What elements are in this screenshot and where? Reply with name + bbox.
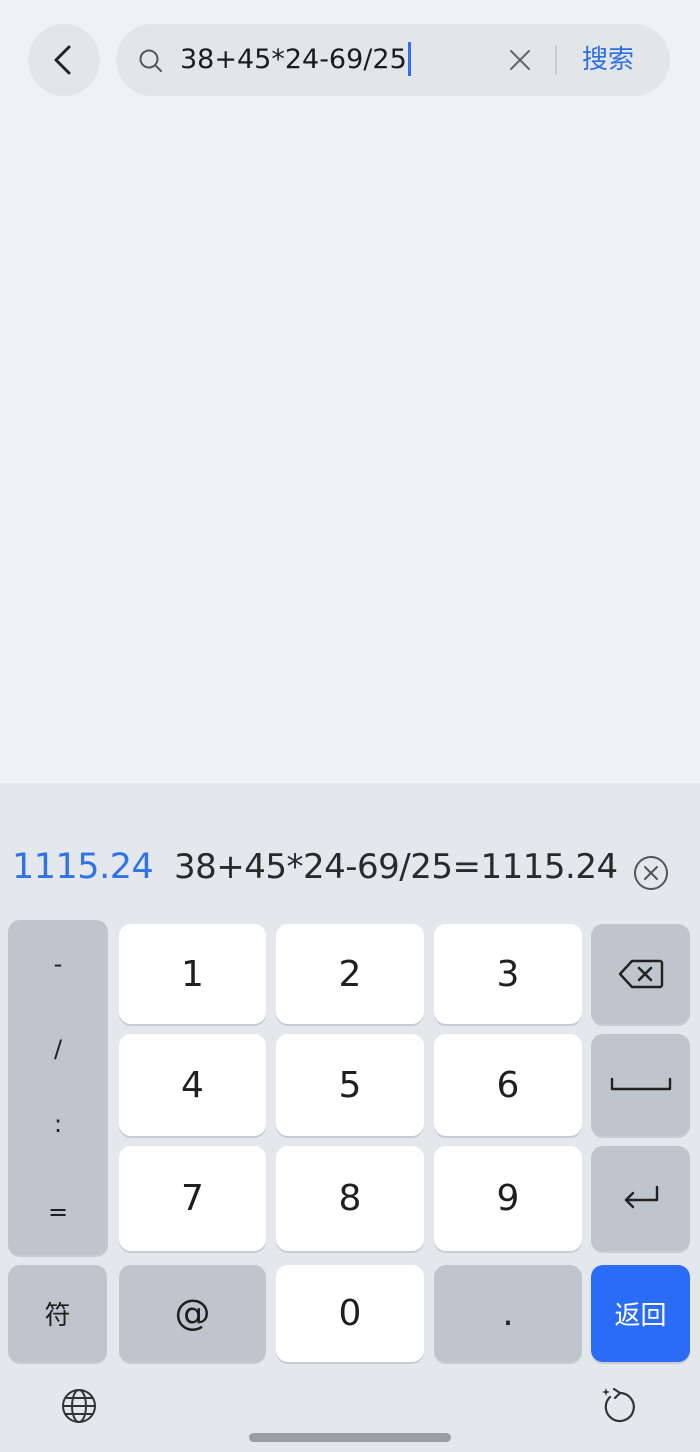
enter-icon bbox=[624, 1185, 658, 1208]
space-icon bbox=[610, 1077, 671, 1091]
symbol-column[interactable]: - / : = bbox=[8, 920, 108, 1255]
enter-key[interactable] bbox=[591, 1146, 690, 1251]
at-key[interactable]: @ bbox=[119, 1265, 266, 1362]
key-3-label: 3 bbox=[496, 953, 520, 995]
key-8-label: 8 bbox=[338, 1178, 362, 1219]
search-input[interactable]: 38+45*24-69/25 bbox=[180, 24, 411, 96]
key-0-label: 0 bbox=[338, 1293, 362, 1334]
symbols-key-label: 符 bbox=[44, 1301, 71, 1331]
candidate-expression[interactable]: 38+45*24-69/25=1115.24 bbox=[174, 847, 618, 887]
chevron-left-icon bbox=[54, 45, 71, 75]
key-4-label: 4 bbox=[181, 1064, 204, 1106]
keyboard: 1115.24 38+45*24-69/25=1115.24 - / : = 1… bbox=[0, 783, 700, 1452]
at-key-label: @ bbox=[174, 1293, 211, 1334]
key-1[interactable]: 1 bbox=[119, 924, 266, 1024]
backspace-icon bbox=[618, 959, 663, 989]
key-5[interactable]: 5 bbox=[276, 1034, 424, 1136]
close-icon[interactable] bbox=[508, 48, 532, 72]
search-input-value: 38+45*24-69/25 bbox=[180, 44, 407, 75]
key-2-label: 2 bbox=[338, 953, 362, 995]
space-key[interactable] bbox=[591, 1034, 690, 1136]
back-button[interactable] bbox=[28, 24, 100, 96]
key-8[interactable]: 8 bbox=[276, 1146, 424, 1251]
collapse-keyboard-icon[interactable] bbox=[600, 1385, 640, 1425]
key-7-label: 7 bbox=[181, 1178, 204, 1219]
key-5-label: 5 bbox=[338, 1064, 362, 1106]
key-1-label: 1 bbox=[181, 953, 204, 995]
search-bar[interactable]: 38+45*24-69/25 搜索 bbox=[116, 24, 670, 96]
home-indicator[interactable] bbox=[249, 1433, 451, 1442]
key-6-label: 6 bbox=[496, 1064, 520, 1106]
return-key[interactable]: 返回 bbox=[591, 1265, 690, 1362]
return-key-label: 返回 bbox=[614, 1301, 667, 1331]
dot-key-label: . bbox=[502, 1293, 514, 1334]
key-6[interactable]: 6 bbox=[434, 1034, 582, 1136]
key-9-label: 9 bbox=[496, 1178, 520, 1219]
search-button[interactable]: 搜索 bbox=[582, 24, 634, 96]
dot-key[interactable]: . bbox=[434, 1265, 582, 1362]
key-4[interactable]: 4 bbox=[119, 1034, 266, 1136]
key-3[interactable]: 3 bbox=[434, 924, 582, 1024]
candidate-bar: 1115.24 38+45*24-69/25=1115.24 bbox=[0, 835, 700, 909]
key-2[interactable]: 2 bbox=[276, 924, 424, 1024]
text-caret bbox=[407, 41, 411, 76]
key-7[interactable]: 7 bbox=[119, 1146, 266, 1251]
candidate-result[interactable]: 1115.24 bbox=[12, 847, 154, 887]
key-9[interactable]: 9 bbox=[434, 1146, 582, 1251]
symbol-key-slash[interactable]: / bbox=[8, 1035, 108, 1063]
backspace-key[interactable] bbox=[591, 924, 690, 1024]
symbol-key-colon[interactable]: : bbox=[8, 1110, 108, 1138]
search-icon bbox=[139, 49, 162, 72]
symbols-key[interactable]: 符 bbox=[8, 1265, 107, 1362]
symbol-key-dash[interactable]: - bbox=[8, 950, 108, 978]
key-0[interactable]: 0 bbox=[276, 1265, 424, 1362]
globe-icon[interactable] bbox=[60, 1387, 98, 1425]
close-circle-icon[interactable] bbox=[632, 854, 670, 892]
search-divider bbox=[555, 46, 557, 74]
symbol-key-equals[interactable]: = bbox=[8, 1198, 108, 1226]
